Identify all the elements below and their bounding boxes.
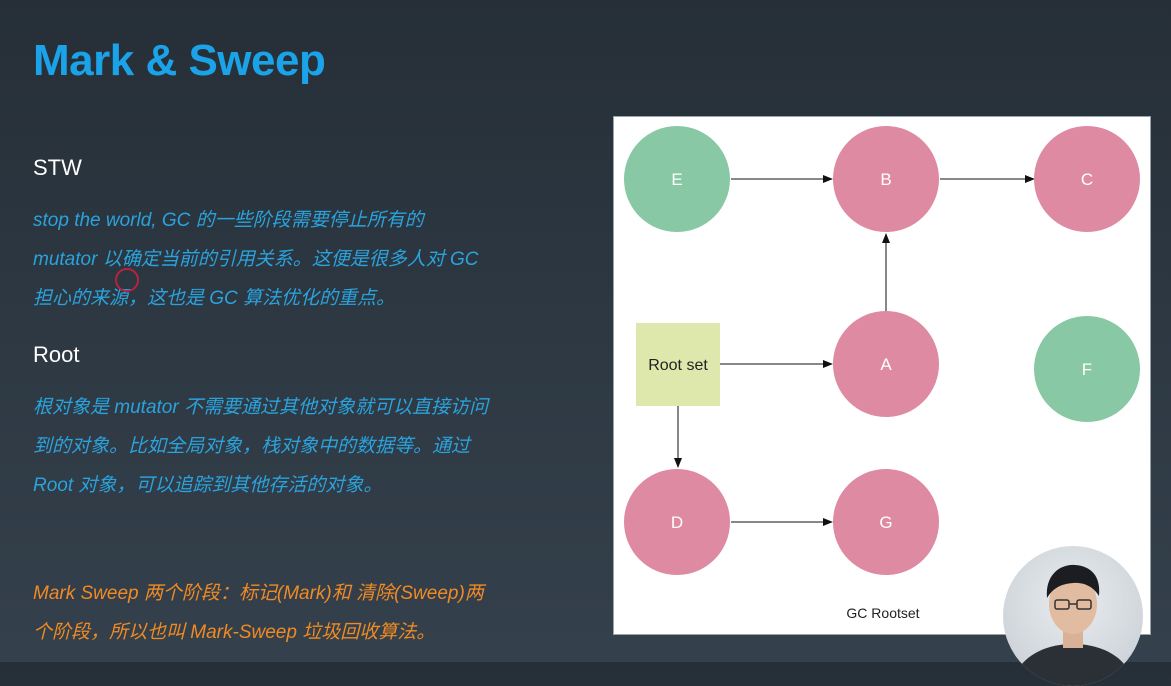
node-c-label: C [1081,170,1093,189]
node-e-label: E [671,170,682,189]
presenter-webcam [1003,546,1143,686]
root-line: Root 对象，可以追踪到其他存活的对象。 [33,475,383,496]
presenter-body [1011,644,1135,686]
node-f: F [1034,316,1140,422]
stw-line: stop the world, GC 的一些阶段需要停止所有的 [33,210,424,231]
node-a: A [833,311,939,417]
node-b-label: B [880,170,891,189]
root-set-box: Root set [636,323,720,406]
node-d-label: D [671,513,683,532]
node-g-label: G [879,513,892,532]
node-g: G [833,469,939,575]
node-a-label: A [880,355,892,374]
node-e: E [624,126,730,232]
node-f-label: F [1082,360,1092,379]
mouse-cursor-icon [115,268,139,292]
root-line: 根对象是 mutator 不需要通过其他对象就可以直接访问 [33,397,488,418]
stw-line: 担心的来源，这也是 GC 算法优化的重点。 [33,288,396,309]
slide-title: Mark & Sweep [33,36,326,85]
root-description: 根对象是 mutator 不需要通过其他对象就可以直接访问 到的对象。比如全局对… [33,388,573,505]
node-c: C [1034,126,1140,232]
diagram-caption: GC Rootset [846,605,919,621]
root-line: 到的对象。比如全局对象，栈对象中的数据等。通过 [33,436,471,457]
node-d: D [624,469,730,575]
summary-text: Mark Sweep 两个阶段：标记(Mark)和 清除(Sweep)两 个阶段… [33,574,573,652]
stw-description: stop the world, GC 的一些阶段需要停止所有的 mutator … [33,201,573,318]
root-heading: Root [33,342,80,367]
node-b: B [833,126,939,232]
summary-line: Mark Sweep 两个阶段：标记(Mark)和 清除(Sweep)两 [33,583,484,604]
stw-heading: STW [33,155,82,180]
stw-line: mutator 以确定当前的引用关系。这便是很多人对 GC [33,249,479,270]
root-set-label: Root set [648,357,708,374]
summary-line: 个阶段，所以也叫 Mark-Sweep 垃圾回收算法。 [33,622,436,643]
